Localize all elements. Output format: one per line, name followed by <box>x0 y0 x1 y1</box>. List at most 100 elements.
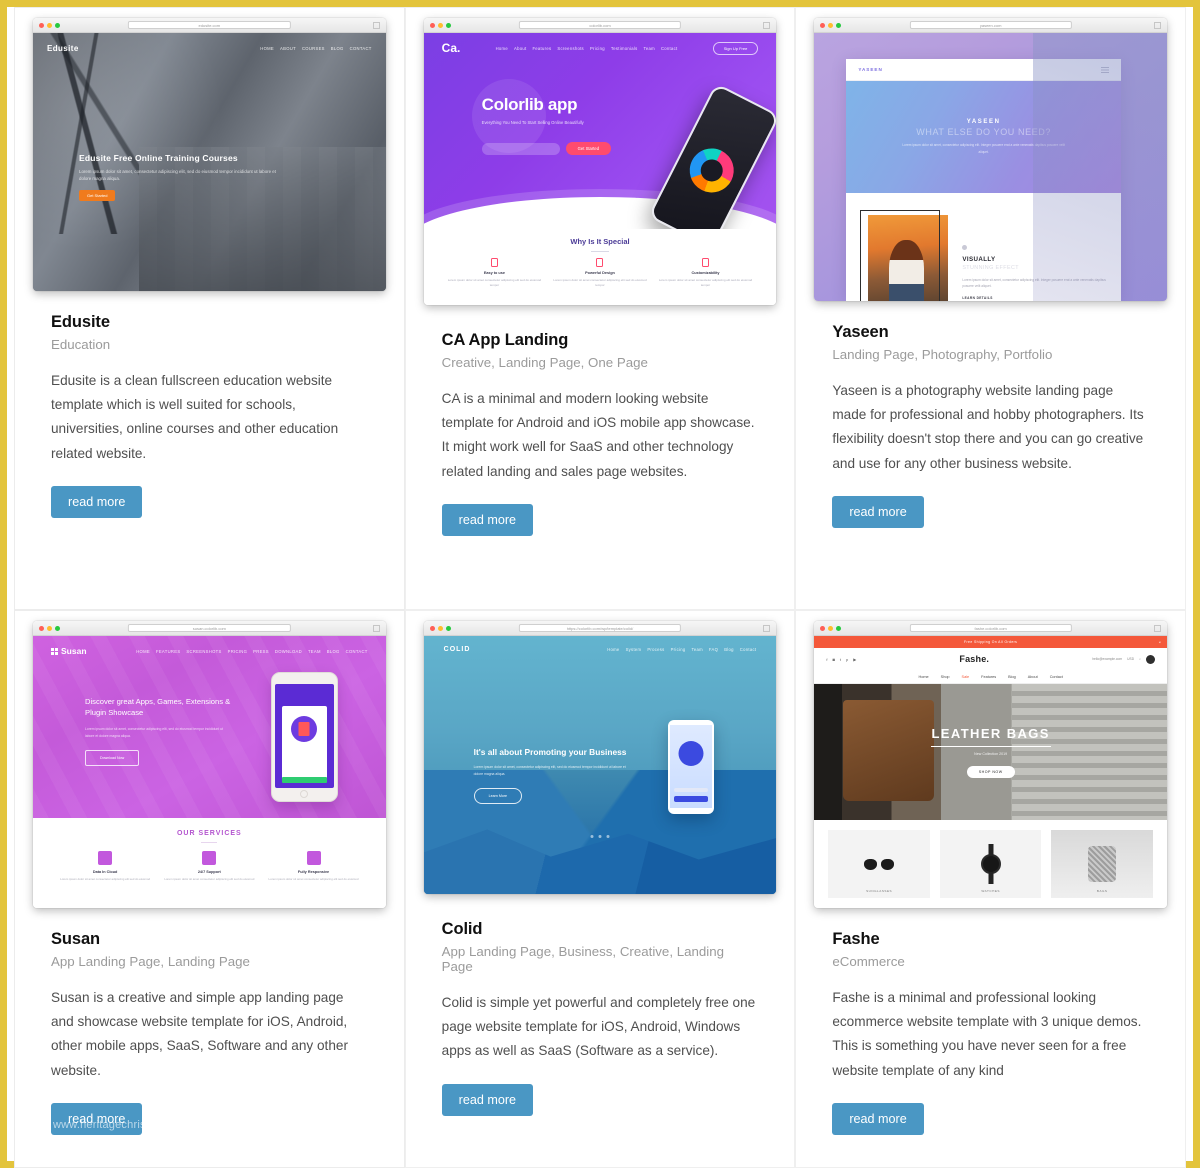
close-dot-icon <box>820 22 826 28</box>
feature-item: Powerful Design Lorem ipsum dolor sit am… <box>552 258 647 289</box>
card-categories: App Landing Page, Business, Creative, La… <box>441 944 725 974</box>
promo-banner-text: Free Shipping On All Orders <box>964 640 1018 644</box>
hero-content: YASEEN WHAT ELSE DO YOU NEED? Lorem ipsu… <box>846 81 1121 193</box>
service-text: Lorem ipsum dolor sit amet consectetur a… <box>164 877 255 881</box>
hero-section: Susan HOME FEATURES SCREENSHOTS PRICING … <box>33 636 386 818</box>
read-more-button[interactable]: read more <box>51 485 143 518</box>
close-dot-icon <box>39 625 44 631</box>
site-header: Ca. Home About Features Screenshots Pric… <box>424 41 777 55</box>
section-text: Lorem ipsum dolor sit amet, consectetur … <box>962 278 1106 289</box>
thumbnail-ca-app-landing[interactable]: colorlib.com Ca. Home About Features Scr… <box>406 8 795 305</box>
thumbnail-edusite[interactable]: edusite.com Edusite HOME ABOUT COURSES B… <box>15 8 404 291</box>
nav-item: About <box>1027 674 1038 679</box>
donut-chart-icon <box>682 140 742 201</box>
search-icon: ⌕ <box>1139 657 1141 661</box>
template-card-fashe[interactable]: fashe.colorlib.com Free Shipping On All … <box>795 610 1186 1168</box>
maximize-dot-icon <box>445 22 451 28</box>
app-card <box>281 706 327 780</box>
feature-name: Easy to use <box>483 271 505 275</box>
browser-menu-icon <box>763 21 771 29</box>
feature-name: Customizability <box>691 271 720 275</box>
grid-icon <box>51 647 58 655</box>
services-section: OUR SERVICES Data In Cloud Lorem ipsum d… <box>33 818 386 908</box>
template-card-susan[interactable]: susan.colorlib.com Susan HOME FEATURES S… <box>14 610 405 1168</box>
card-description: Edusite is a clean fullscreen education … <box>51 373 339 461</box>
read-more-button[interactable]: read more <box>441 503 534 536</box>
thumbnail-yaseen[interactable]: yaseen.com YASEEN YASEEN WHAT ELSE DO YO… <box>796 8 1185 301</box>
site-nav: Home System Process Pricing Team FAQ Blo… <box>607 647 756 652</box>
service-name: Fully Responsive <box>297 870 330 874</box>
card-title: Susan <box>51 930 101 948</box>
nav-item: BLOG <box>326 648 340 654</box>
minimize-dot-icon <box>47 625 52 631</box>
minimize-dot-icon <box>828 625 834 631</box>
read-more-button[interactable]: read more <box>832 495 924 528</box>
read-more-button[interactable]: read more <box>51 1102 143 1135</box>
thumbnail-colid[interactable]: https://colorlib.com/wp/template/colid/ … <box>406 611 795 894</box>
site-header: f ◙ t p ▶ Fashe. hello@example.com USD ⌕ <box>814 648 1167 670</box>
site-nav: Home Shop Sale Features Blog About Conta… <box>814 670 1167 684</box>
app-action-button <box>281 777 327 783</box>
template-card-ca-app-landing[interactable]: colorlib.com Ca. Home About Features Scr… <box>404 7 796 610</box>
nav-item: FEATURES <box>155 648 181 654</box>
service-name: Data In Cloud <box>92 870 118 874</box>
card-description: Fashe is a minimal and professional look… <box>832 990 1142 1078</box>
nav-item: Features <box>532 45 552 51</box>
close-dot-icon <box>39 22 44 28</box>
card-title: Edusite <box>51 313 110 331</box>
feature-list: Easy to use Lorem ipsum dolor sit amet c… <box>424 252 777 289</box>
bullet-icon <box>962 245 968 250</box>
responsive-icon <box>306 851 321 865</box>
twitter-icon: t <box>839 656 841 662</box>
site-header: Edusite HOME ABOUT COURSES BLOG CONTACT <box>33 39 386 57</box>
template-card-yaseen[interactable]: yaseen.com YASEEN YASEEN WHAT ELSE DO YO… <box>795 7 1186 610</box>
site-header: COLID Home System Process Pricing Team F… <box>424 646 777 653</box>
traffic-lights <box>39 625 60 631</box>
template-card-edusite[interactable]: edusite.com Edusite HOME ABOUT COURSES B… <box>14 7 405 610</box>
product-card: WATCHES <box>939 830 1042 898</box>
nav-item: PRICING <box>227 648 248 654</box>
section-subtitle: STUNNING EFFECT <box>962 265 1019 271</box>
browser-mock: colorlib.com Ca. Home About Features Scr… <box>423 18 777 305</box>
close-dot-icon <box>429 625 435 631</box>
browser-titlebar: edusite.com <box>33 18 386 33</box>
service-item: Data In Cloud Lorem ipsum dolor sit amet… <box>58 851 152 883</box>
feature-item: Easy to use Lorem ipsum dolor sit amet c… <box>447 258 542 289</box>
site-preview: YASEEN YASEEN WHAT ELSE DO YOU NEED? Lor… <box>814 33 1167 301</box>
thumbnail-susan[interactable]: susan.colorlib.com Susan HOME FEATURES S… <box>15 611 404 908</box>
maximize-dot-icon <box>836 22 842 28</box>
read-more-button[interactable]: read more <box>441 1083 534 1116</box>
thumbnail-fashe[interactable]: fashe.colorlib.com Free Shipping On All … <box>796 611 1185 908</box>
promo-banner: Free Shipping On All Orders × <box>814 636 1167 648</box>
template-card-colid[interactable]: https://colorlib.com/wp/template/colid/ … <box>404 610 796 1168</box>
cloud-icon <box>98 851 113 865</box>
hero-title: Discover great Apps, Games, Extensions &… <box>85 697 231 718</box>
service-item: Fully Responsive Lorem ipsum dolor sit a… <box>267 851 361 883</box>
site-logo: Fashe. <box>959 654 990 664</box>
nav-item: Home <box>495 45 508 51</box>
site-preview: Free Shipping On All Orders × f ◙ t p ▶ … <box>814 636 1167 908</box>
product-categories: SUNGLASSES WATCHES BAGS <box>814 820 1167 898</box>
address-bar: https://colorlib.com/wp/template/colid/ <box>518 624 682 632</box>
sunglasses-icon <box>864 858 895 870</box>
browser-mock: https://colorlib.com/wp/template/colid/ … <box>423 621 777 894</box>
feature-item: Customizability Lorem ipsum dolor sit am… <box>658 258 753 289</box>
hero-section: Ca. Home About Features Screenshots Pric… <box>423 33 777 229</box>
product-caption: SUNGLASSES <box>866 889 893 893</box>
address-bar: edusite.com <box>128 21 291 29</box>
card-description: Susan is a creative and simple app landi… <box>51 990 348 1078</box>
address-bar: susan.colorlib.com <box>128 624 291 632</box>
instagram-icon: ◙ <box>832 656 835 662</box>
content-text: VISUALLY STUNNING EFFECT Lorem ipsum dol… <box>962 215 1107 301</box>
design-icon <box>596 258 604 267</box>
site-logo: Susan <box>51 646 87 656</box>
nav-item: Contact <box>1049 674 1063 679</box>
hero-section: LEATHER BAGS New Collection 2019 SHOP NO… <box>814 684 1167 820</box>
section-title: VISUALLY <box>962 256 996 263</box>
nav-item: Contact <box>739 647 757 652</box>
read-more-button[interactable]: read more <box>832 1102 924 1135</box>
section-title: Why Is It Special <box>570 237 630 246</box>
nav-item: System <box>625 647 642 652</box>
minimize-dot-icon <box>828 22 834 28</box>
cta-button: Get Started <box>565 142 612 155</box>
